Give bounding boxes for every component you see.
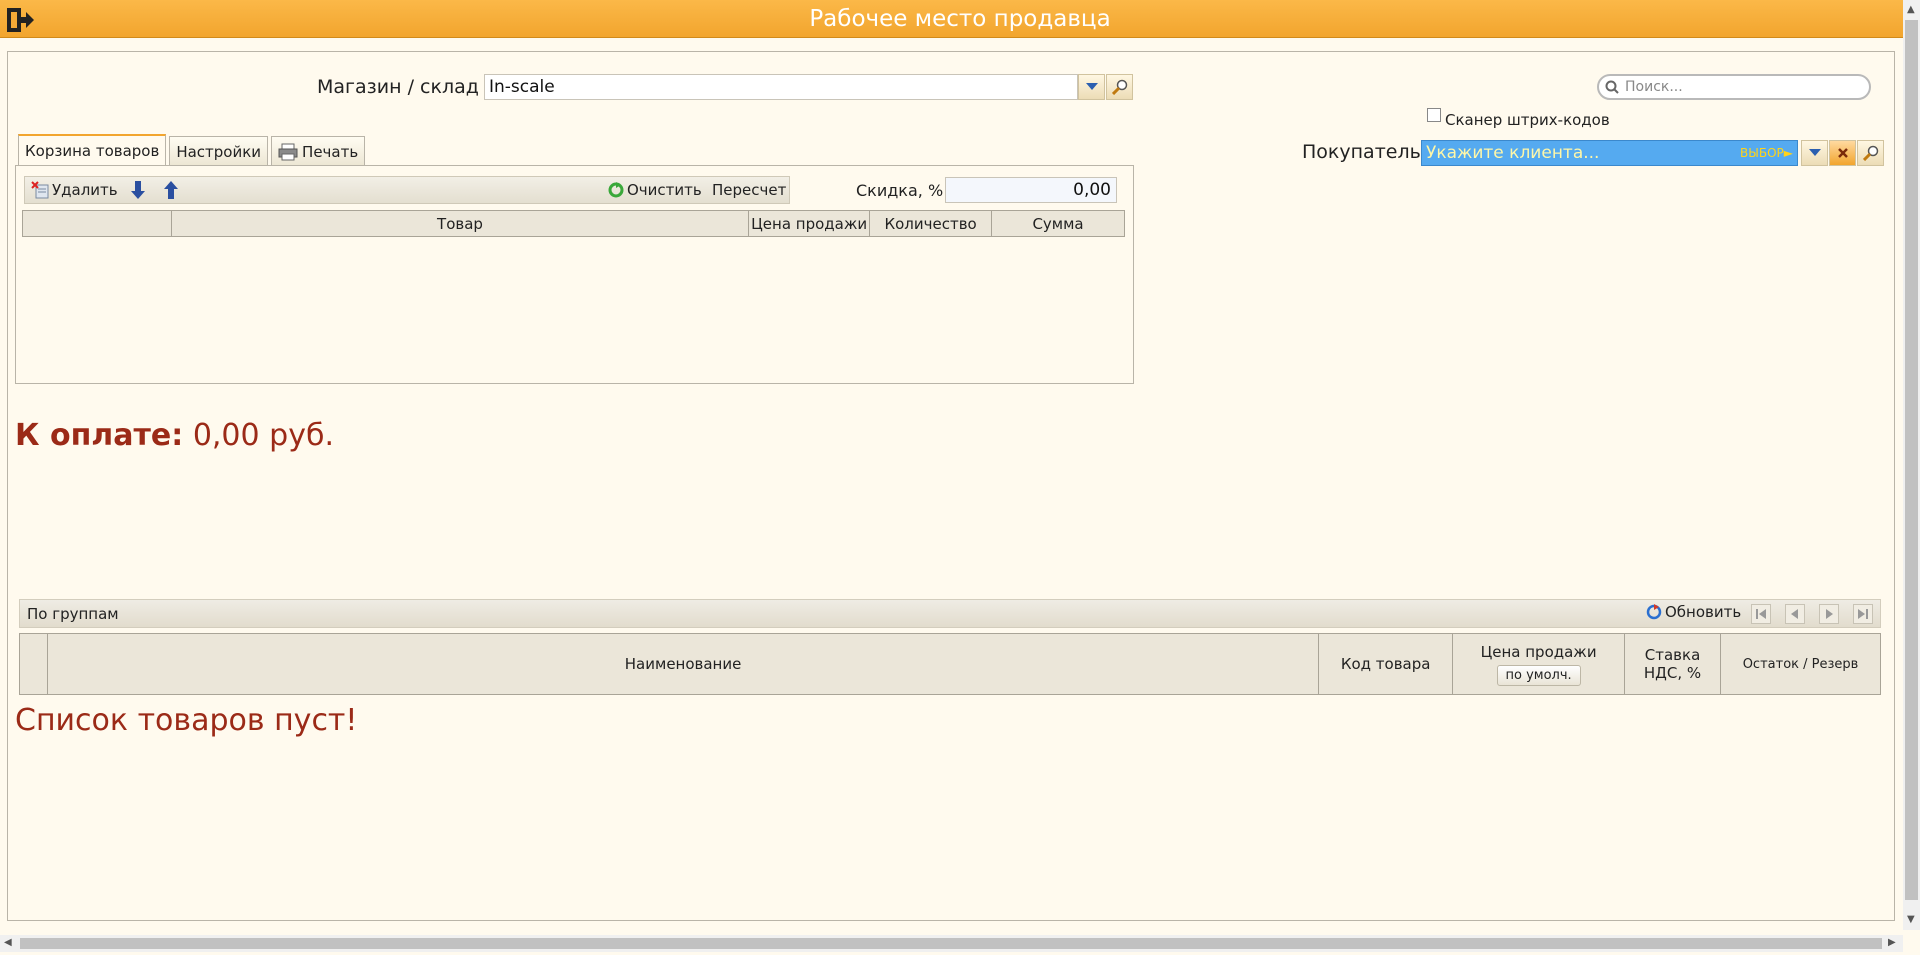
- close-icon: [1837, 148, 1848, 158]
- buyer-label: Покупатель: [1302, 141, 1421, 163]
- scanner-label: Сканер штрих-кодов: [1445, 111, 1610, 129]
- delete-icon: [31, 181, 49, 199]
- vertical-scrollbar[interactable]: ▲ ▼: [1903, 0, 1920, 930]
- refresh-label: Обновить: [1665, 603, 1742, 621]
- refresh-icon: [1646, 604, 1662, 620]
- buyer-placeholder: Укажите клиента...: [1426, 143, 1600, 163]
- buyer-dropdown-button[interactable]: [1801, 140, 1828, 166]
- prev-page-button[interactable]: [1785, 604, 1805, 624]
- col-stock[interactable]: Остаток / Резерв: [1720, 633, 1881, 695]
- last-page-button[interactable]: [1853, 604, 1873, 624]
- move-down-button[interactable]: [131, 177, 145, 203]
- col-vat-line2: НДС, %: [1643, 664, 1702, 682]
- next-page-button[interactable]: [1819, 604, 1839, 624]
- next-page-icon: [1826, 609, 1833, 619]
- price-type-button[interactable]: по умолч.: [1496, 664, 1581, 686]
- amount-due-label: К оплате:: [15, 418, 184, 453]
- store-dropdown-button[interactable]: [1078, 74, 1105, 100]
- col-vat-line1: Ставка: [1644, 646, 1701, 664]
- scanner-option: Сканер штрих-кодов: [1427, 108, 1610, 129]
- store-label: Магазин / склад: [317, 76, 479, 98]
- discount-input[interactable]: 0,00: [945, 177, 1117, 203]
- tab-settings[interactable]: Настройки: [169, 136, 269, 166]
- store-select[interactable]: In-scale: [484, 74, 1078, 100]
- magnifier-icon: [1111, 79, 1127, 95]
- buyer-clear-button[interactable]: [1829, 140, 1856, 166]
- tab-cart-label: Корзина товаров: [25, 142, 160, 160]
- discount-label: Скидка, %: [856, 181, 944, 200]
- col-sum[interactable]: Сумма: [991, 210, 1125, 237]
- scroll-left-icon[interactable]: ◀: [4, 937, 12, 948]
- arrow-up-icon: [164, 181, 178, 199]
- cart-table: Товар Цена продажи Количество Сумма: [22, 210, 1125, 237]
- title-bar: Рабочее место продавца: [0, 0, 1920, 38]
- prev-page-icon: [1791, 609, 1798, 619]
- tab-print-label: Печать: [302, 142, 359, 161]
- printer-icon: [278, 143, 298, 160]
- first-page-icon: [1756, 609, 1766, 619]
- tab-cart[interactable]: Корзина товаров: [18, 134, 167, 166]
- first-page-button[interactable]: [1751, 604, 1771, 624]
- groups-toggle[interactable]: По группам: [27, 605, 119, 623]
- last-page-icon: [1858, 609, 1868, 619]
- col-code[interactable]: Код товара: [1318, 633, 1454, 695]
- scroll-right-icon[interactable]: ▶: [1888, 937, 1896, 948]
- vertical-scroll-thumb[interactable]: [1905, 20, 1918, 900]
- clear-button[interactable]: Очистить: [608, 177, 702, 203]
- chevron-down-icon: [1808, 149, 1821, 156]
- delete-button[interactable]: Удалить: [31, 177, 118, 203]
- col-sale-price-label: Цена продажи: [1480, 642, 1597, 661]
- tab-settings-label: Настройки: [176, 142, 262, 161]
- scroll-down-icon[interactable]: ▼: [1907, 914, 1915, 925]
- window-title: Рабочее место продавца: [809, 6, 1111, 32]
- recalc-button[interactable]: Пересчет: [712, 177, 786, 203]
- col-vat[interactable]: Ставка НДС, %: [1624, 633, 1722, 695]
- arrow-down-icon: [131, 181, 145, 199]
- amount-due: К оплате: 0,00 руб.: [15, 418, 334, 453]
- search-icon: [1605, 79, 1619, 101]
- choose-hint: ВЫБОР►: [1740, 146, 1793, 160]
- magnifier-icon: [1862, 145, 1878, 161]
- refresh-button[interactable]: Обновить: [1645, 603, 1741, 621]
- clear-label: Очистить: [627, 181, 702, 199]
- refresh-icon: [608, 182, 624, 198]
- chevron-down-icon: [1085, 83, 1098, 90]
- col-quantity[interactable]: Количество: [869, 210, 993, 237]
- goods-toolbar: По группам Обновить: [19, 599, 1881, 628]
- tab-bar: Корзина товаров Настройки Печать: [18, 134, 366, 166]
- horizontal-scroll-thumb[interactable]: [20, 938, 1882, 949]
- empty-list-message: Список товаров пуст!: [15, 703, 358, 738]
- goods-table-header: Наименование Код товара Цена продажи по …: [19, 633, 1881, 695]
- buyer-lookup-button[interactable]: [1857, 140, 1884, 166]
- col-price[interactable]: Цена продажи: [748, 210, 871, 237]
- store-lookup-button[interactable]: [1106, 74, 1133, 100]
- buyer-select[interactable]: Укажите клиента... ВЫБОР►: [1421, 140, 1798, 166]
- col-select: [22, 210, 172, 237]
- cart-table-header: Товар Цена продажи Количество Сумма: [22, 210, 1125, 237]
- goods-table: Наименование Код товара Цена продажи по …: [19, 633, 1881, 695]
- col-product[interactable]: Товар: [170, 210, 750, 237]
- horizontal-scrollbar[interactable]: ◀ ▶: [0, 935, 1903, 952]
- scroll-up-icon[interactable]: ▲: [1907, 4, 1915, 15]
- col-sale-price[interactable]: Цена продажи по умолч.: [1452, 633, 1626, 695]
- scanner-checkbox[interactable]: [1427, 108, 1441, 122]
- search-input[interactable]: Поиск...: [1597, 74, 1871, 100]
- recalc-label: Пересчет: [712, 181, 787, 199]
- amount-due-value: 0,00 руб.: [192, 418, 334, 453]
- col-select: [19, 633, 48, 695]
- col-name[interactable]: Наименование: [46, 633, 1320, 695]
- delete-label: Удалить: [52, 181, 118, 199]
- search-placeholder: Поиск...: [1625, 79, 1683, 95]
- move-up-button[interactable]: [164, 177, 178, 203]
- tab-print[interactable]: Печать: [271, 136, 366, 166]
- cart-toolbar: Удалить Очистить Пересчет: [24, 176, 790, 204]
